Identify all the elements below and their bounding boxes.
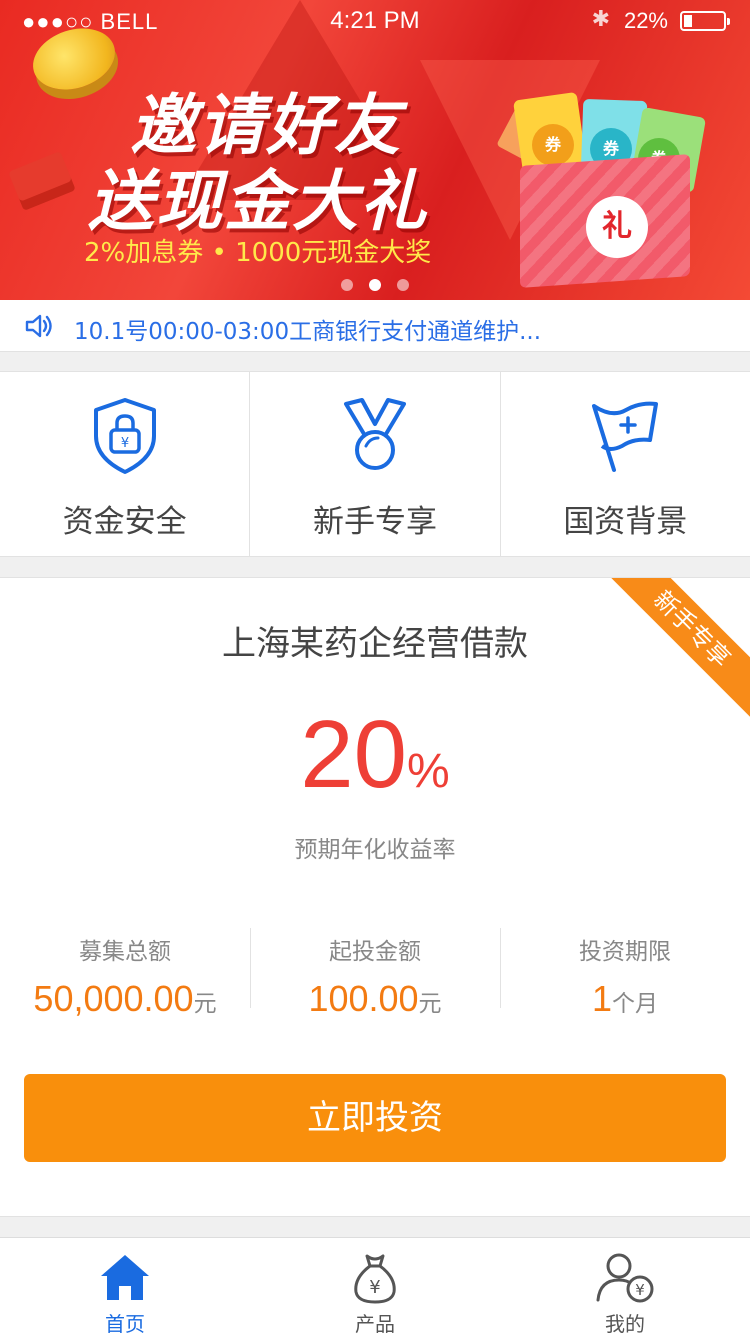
shield-lock-icon: ¥ — [93, 398, 156, 474]
banner-subtitle: 2%加息券 • 1000元现金大奖 — [84, 238, 432, 268]
notice-text: 10.1号00:00-03:00工商银行支付通道维护... — [74, 319, 542, 345]
feature-label: 国资背景 — [563, 504, 688, 540]
coupon-badge: 券 — [532, 124, 574, 166]
feature-row: ¥ 资金安全 新手专享 国资背景 — [0, 371, 750, 557]
rate-label: 预期年化收益率 — [294, 837, 456, 863]
speaker-icon — [24, 313, 54, 343]
stat-unit: 元 — [418, 991, 442, 1017]
svg-text:¥: ¥ — [635, 1281, 645, 1299]
notice-bar[interactable]: 10.1号00:00-03:00工商银行支付通道维护... — [0, 300, 750, 352]
user-icon: ¥ — [596, 1253, 654, 1303]
svg-text:¥: ¥ — [369, 1277, 380, 1298]
tab-label: 产品 — [355, 1312, 395, 1334]
banner-title-line2: 送现金大礼 — [88, 163, 428, 240]
svg-text:¥: ¥ — [121, 436, 129, 451]
invest-now-button[interactable]: 立即投资 — [24, 1074, 726, 1162]
tab-mine[interactable]: ¥ 我的 — [500, 1238, 750, 1334]
battery-percent: 22% — [623, 8, 668, 33]
tab-home[interactable]: 首页 — [0, 1238, 250, 1334]
tab-label: 我的 — [605, 1312, 645, 1334]
stat-unit: 元 — [193, 991, 217, 1017]
stat-term: 投资期限 1个月 — [500, 928, 750, 1019]
pagination-dot[interactable] — [369, 279, 381, 291]
feature-newbie[interactable]: 新手专享 — [250, 372, 501, 556]
battery-icon — [680, 11, 730, 31]
feature-fund-safety[interactable]: ¥ 资金安全 — [0, 372, 251, 556]
rate-unit: % — [407, 745, 450, 798]
stat-label: 募集总额 — [79, 939, 171, 965]
medal-icon — [343, 398, 406, 470]
feature-label: 新手专享 — [312, 504, 437, 540]
home-icon — [101, 1255, 149, 1300]
pagination-dot[interactable] — [397, 279, 409, 291]
flag-icon — [592, 401, 659, 472]
banner-pagination — [0, 279, 750, 291]
gift-badge: 礼 — [586, 196, 648, 258]
bluetooth-icon: ✱ — [591, 6, 610, 31]
pagination-dot[interactable] — [341, 279, 353, 291]
rate-value: 20 — [300, 701, 408, 808]
stat-label: 起投金额 — [329, 939, 421, 965]
stat-min-investment: 起投金额 100.00元 — [250, 928, 500, 1019]
status-bar: ●●●○○ BELL 4:21 PM ✱ 22% — [0, 0, 750, 40]
stat-label: 投资期限 — [579, 939, 671, 965]
tab-bar: 首页 ¥ 产品 ¥ 我的 — [0, 1237, 750, 1334]
product-stats: 募集总额 50,000.00元 起投金额 100.00元 投资期限 1个月 — [0, 928, 750, 1019]
stat-value: 100.00 — [308, 978, 419, 1019]
stat-value: 50,000.00 — [33, 978, 194, 1019]
product-title: 上海某药企经营借款 — [222, 624, 528, 664]
feature-label: 资金安全 — [62, 504, 187, 540]
stat-total-amount: 募集总额 50,000.00元 — [0, 928, 250, 1019]
promo-banner[interactable]: ●●●○○ BELL 4:21 PM ✱ 22% 邀请好友 送现金大礼 2%加息… — [0, 0, 750, 300]
tab-products[interactable]: ¥ 产品 — [250, 1238, 500, 1334]
feature-state-owned[interactable]: 国资背景 — [501, 372, 750, 556]
expected-rate: 20% — [0, 700, 750, 810]
money-bag-icon: ¥ — [354, 1254, 396, 1304]
stat-value: 1 — [591, 978, 613, 1019]
product-card[interactable]: 新手专享 上海某药企经营借款 20% 预期年化收益率 募集总额 50,000.0… — [0, 577, 750, 1217]
stat-unit: 个月 — [612, 991, 659, 1017]
tab-label: 首页 — [105, 1312, 145, 1334]
red-envelope-icon — [8, 151, 76, 211]
